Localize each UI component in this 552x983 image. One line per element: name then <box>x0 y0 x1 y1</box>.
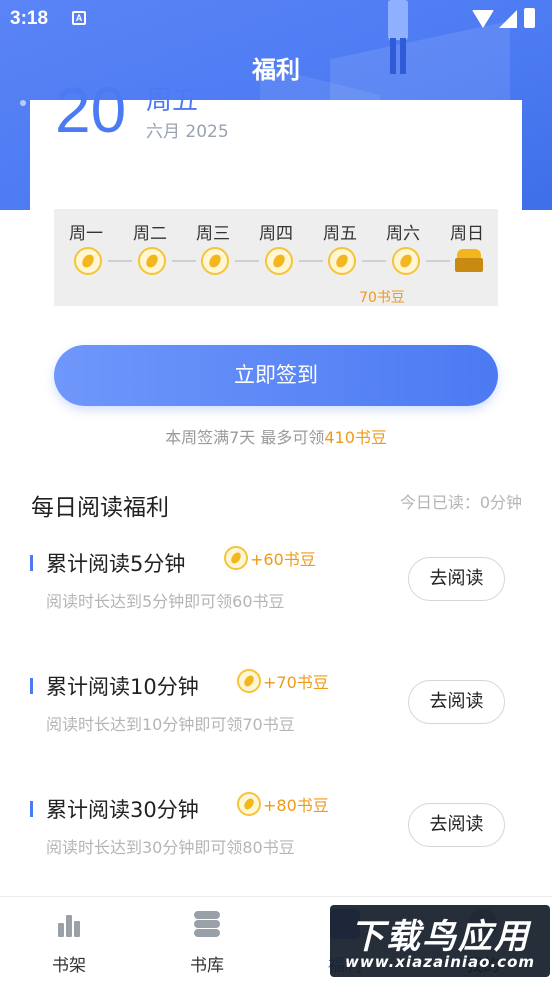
week-checkin-strip: 周一 周二 周三 周四 周五 周六 周日 70书豆 <box>54 209 498 306</box>
watermark-logo: 下载鸟应用 www.xiazainiao.com <box>330 905 550 977</box>
weekday-label: 周日 <box>450 224 484 244</box>
weekday-label: 周六 <box>386 224 420 244</box>
go-read-button[interactable]: 去阅读 <box>408 680 505 724</box>
coin-icon <box>237 669 261 693</box>
treasure-chest-icon <box>455 247 485 275</box>
task-description: 阅读时长达到30分钟即可领80书豆 <box>46 838 295 857</box>
notification-a-icon: A <box>72 11 86 25</box>
weekday-label: 周三 <box>196 224 230 244</box>
battery-icon <box>524 8 535 28</box>
weekly-reward-note: 本周签满7天 最多可领410书豆 <box>165 428 387 447</box>
tab-label: 书库 <box>190 956 224 976</box>
reading-task-item: 累计阅读5分钟 +60书豆 阅读时长达到5分钟即可领60书豆 去阅读 <box>0 540 552 650</box>
weekday-label: 周五 <box>323 224 357 244</box>
today-read-time: 今日已读：0分钟 <box>399 493 522 512</box>
status-time: 3:18 <box>10 8 49 29</box>
task-description: 阅读时长达到5分钟即可领60书豆 <box>46 592 285 611</box>
task-title: 累计阅读30分钟 <box>46 798 199 822</box>
tab-label: 书架 <box>52 956 86 976</box>
today-reward-label: 70书豆 <box>359 290 405 306</box>
bookshelf-icon <box>54 909 84 939</box>
signal-icon <box>499 10 517 28</box>
app-root: 3:18 A 福利 20 周五 六月 2025 周一 周二 周三 周四 周五 周… <box>0 0 552 983</box>
coin-icon <box>328 247 356 275</box>
tab-library[interactable]: 书库 <box>162 897 252 983</box>
task-description: 阅读时长达到10分钟即可领70书豆 <box>46 715 295 734</box>
reading-task-item: 累计阅读30分钟 +80书豆 阅读时长达到30分钟即可领80书豆 去阅读 <box>0 786 552 896</box>
coin-icon <box>224 546 248 570</box>
date-day: 20 <box>55 74 127 146</box>
reading-task-item: 累计阅读10分钟 +70书豆 阅读时长达到10分钟即可领70书豆 去阅读 <box>0 663 552 773</box>
date-month-year: 六月 2025 <box>146 122 229 142</box>
wifi-icon <box>472 10 494 28</box>
daily-reading-title: 每日阅读福利 <box>31 495 169 521</box>
status-bar: 3:18 A <box>0 0 552 38</box>
coin-icon <box>265 247 293 275</box>
weekday-label: 周四 <box>259 224 293 244</box>
tab-bookshelf[interactable]: 书架 <box>24 897 114 983</box>
go-read-button[interactable]: 去阅读 <box>408 557 505 601</box>
weekday-label: 周二 <box>133 224 167 244</box>
coin-icon <box>392 247 420 275</box>
coin-icon <box>74 247 102 275</box>
task-title: 累计阅读10分钟 <box>46 675 199 699</box>
task-bonus: +70书豆 <box>237 669 329 693</box>
signin-button[interactable]: 立即签到 <box>54 345 498 406</box>
coin-icon <box>138 247 166 275</box>
task-title: 累计阅读5分钟 <box>46 552 186 576</box>
weekly-reward-amount: 410书豆 <box>324 428 387 447</box>
go-read-button[interactable]: 去阅读 <box>408 803 505 847</box>
date-weekday: 周五 <box>146 86 199 116</box>
library-icon <box>192 909 222 939</box>
task-bonus: +80书豆 <box>237 792 329 816</box>
coin-icon <box>201 247 229 275</box>
task-bonus: +60书豆 <box>224 546 316 570</box>
weekday-label: 周一 <box>69 224 103 244</box>
coin-icon <box>237 792 261 816</box>
